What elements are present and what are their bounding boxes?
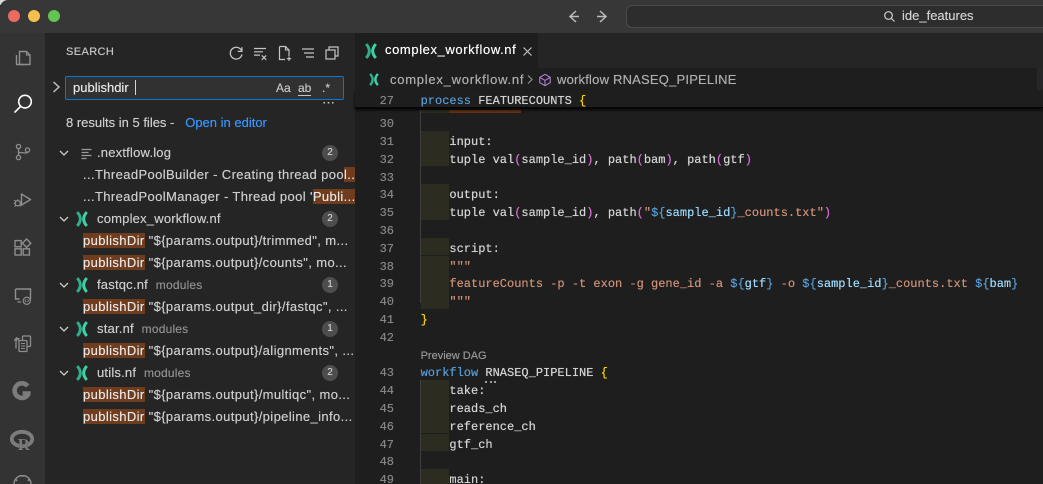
svg-text:R: R: [18, 435, 31, 454]
